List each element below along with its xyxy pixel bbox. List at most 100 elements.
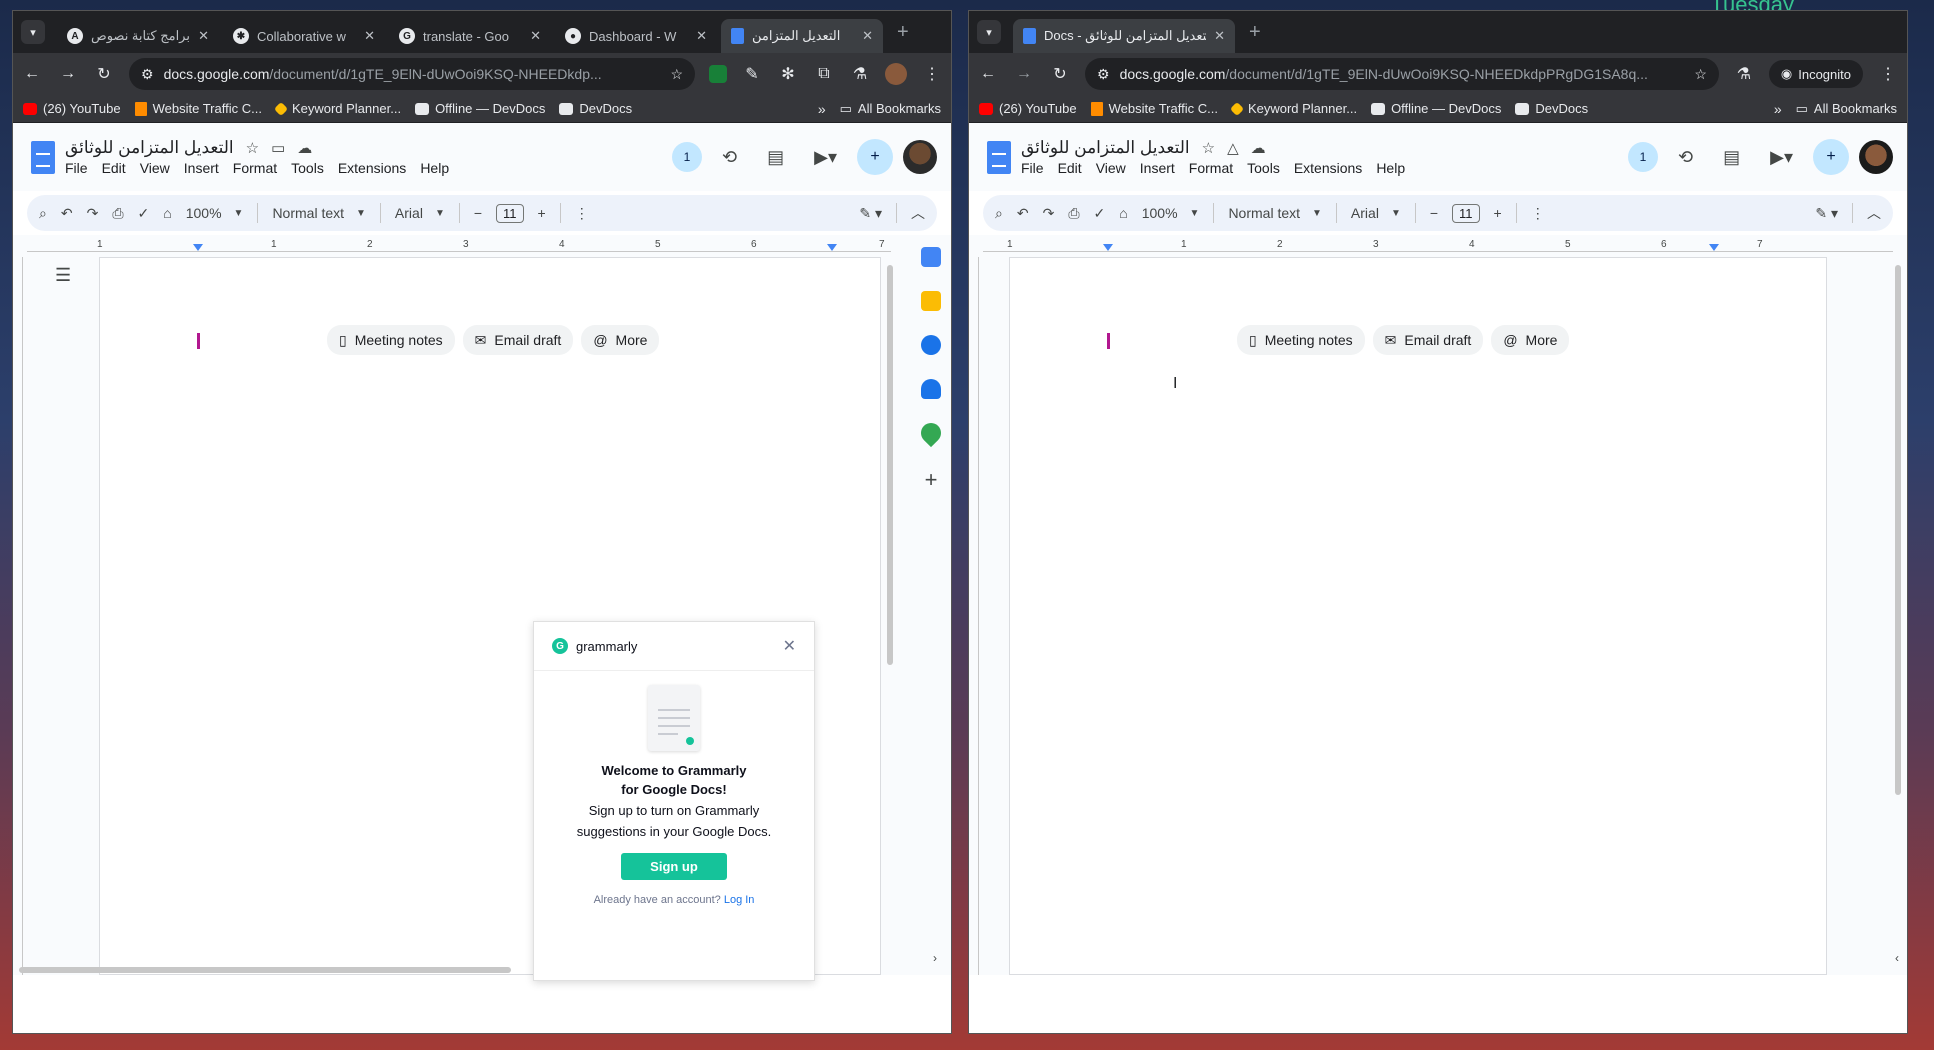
close-icon[interactable]: ✕ (1214, 28, 1225, 44)
close-icon[interactable]: ✕ (783, 636, 796, 656)
chevron-right-icon[interactable]: › (933, 951, 937, 965)
search-icon[interactable]: ⌕ (39, 205, 47, 222)
increase-font-icon[interactable]: + (1494, 205, 1502, 221)
collapse-menus-icon[interactable]: ︿ (1867, 203, 1881, 223)
zoom-select[interactable]: 100% ▼ (1142, 205, 1200, 221)
horizontal-scrollbar[interactable] (19, 967, 511, 973)
tab-search-button[interactable]: ▾ (977, 20, 1001, 44)
comments-icon[interactable]: ▤ (757, 147, 794, 168)
print-icon[interactable]: ⎙ (112, 205, 123, 222)
tab-search-button[interactable]: ▾ (21, 20, 45, 44)
menu-extensions[interactable]: Extensions (338, 160, 406, 176)
more-options-icon[interactable]: ⋮ (1531, 205, 1545, 222)
outline-icon[interactable]: ☰ (55, 265, 71, 286)
menu-view[interactable]: View (1096, 160, 1126, 176)
increase-font-icon[interactable]: + (538, 205, 546, 221)
bookmark-star-icon[interactable]: ☆ (670, 66, 683, 83)
bookmark-keyword-planner[interactable]: Keyword Planner... (273, 101, 401, 116)
vertical-ruler[interactable] (969, 257, 979, 975)
menu-insert[interactable]: Insert (184, 160, 219, 176)
docs-logo-icon[interactable] (987, 140, 1011, 174)
horizontal-ruler[interactable]: 1 1 2 3 4 5 6 7 (983, 239, 1893, 253)
close-icon[interactable]: ✕ (198, 28, 209, 44)
email-draft-chip[interactable]: ✉ Email draft (462, 325, 574, 355)
bookmark-devdocs[interactable]: DevDocs (1515, 101, 1588, 116)
forward-icon[interactable]: → (57, 65, 79, 83)
docs-logo-icon[interactable] (31, 140, 55, 174)
browser-menu-icon[interactable]: ⋮ (1877, 64, 1899, 84)
menu-file[interactable]: File (1021, 160, 1044, 176)
right-indent-marker[interactable] (827, 244, 837, 251)
new-tab-button[interactable]: + (897, 21, 909, 44)
left-indent-marker[interactable] (1103, 244, 1113, 251)
site-info-icon[interactable]: ⚙ (141, 66, 154, 83)
decrease-font-icon[interactable]: − (1430, 205, 1438, 221)
menu-format[interactable]: Format (233, 160, 277, 176)
font-size-input[interactable]: 11 (496, 203, 524, 223)
meet-icon[interactable]: ▶▾ (804, 147, 847, 168)
comments-icon[interactable]: ▤ (1713, 147, 1750, 168)
horizontal-ruler[interactable]: 1 1 2 3 4 5 6 7 (27, 239, 891, 253)
menu-tools[interactable]: Tools (291, 160, 324, 176)
address-bar[interactable]: ⚙ docs.google.com/document/d/1gTE_9ElN-d… (1085, 58, 1719, 90)
search-icon[interactable]: ⌕ (995, 205, 1003, 222)
star-icon[interactable]: ☆ (246, 139, 259, 157)
menu-file[interactable]: File (65, 160, 88, 176)
version-history-icon[interactable]: ⟲ (712, 147, 747, 168)
pen-icon[interactable]: ✎ (741, 64, 763, 84)
bookmark-devdocs[interactable]: DevDocs (559, 101, 632, 116)
spellcheck-icon[interactable]: ✓ (138, 205, 150, 222)
paint-format-icon[interactable]: ⌂ (163, 205, 171, 221)
menu-help[interactable]: Help (1376, 160, 1405, 176)
close-icon[interactable]: ✕ (696, 28, 707, 44)
vertical-ruler[interactable] (13, 257, 23, 975)
incognito-indicator[interactable]: ◉ Incognito (1768, 60, 1863, 88)
reload-icon[interactable]: ↻ (1049, 64, 1071, 84)
chevron-right-icon[interactable]: » (1774, 101, 1782, 117)
more-chip[interactable]: @ More (1491, 325, 1570, 355)
left-indent-marker[interactable] (193, 244, 203, 251)
right-indent-marker[interactable] (1709, 244, 1719, 251)
forward-icon[interactable]: → (1013, 65, 1035, 83)
move-folder-icon[interactable]: ▭ (271, 139, 285, 157)
more-chip[interactable]: @ More (581, 325, 660, 355)
zoom-select[interactable]: 100% ▼ (186, 205, 244, 221)
undo-icon[interactable]: ↶ (61, 205, 73, 222)
menu-format[interactable]: Format (1189, 160, 1233, 176)
bookmark-traffic[interactable]: Website Traffic C... (1090, 101, 1218, 116)
account-avatar[interactable] (1859, 140, 1893, 174)
redo-icon[interactable]: ↷ (87, 205, 99, 222)
profile-avatar[interactable] (885, 63, 907, 85)
bookmark-youtube[interactable]: (26) YouTube (23, 101, 121, 116)
version-history-icon[interactable]: ⟲ (1668, 147, 1703, 168)
share-button[interactable]: + (857, 139, 893, 175)
document-title[interactable]: التعديل المتزامن للوثائق (1021, 138, 1190, 158)
chevron-left-icon[interactable]: ‹ (1895, 951, 1899, 965)
collaborators-count[interactable]: 1 (672, 142, 702, 172)
close-icon[interactable]: ✕ (862, 28, 873, 44)
vertical-scrollbar[interactable] (887, 265, 893, 665)
labs-icon[interactable]: ⚗ (849, 64, 871, 84)
new-tab-button[interactable]: + (1249, 21, 1261, 44)
style-select[interactable]: Normal text ▼ (1228, 205, 1321, 221)
font-select[interactable]: Arial ▼ (1351, 205, 1401, 221)
bookmark-offline-devdocs[interactable]: Offline — DevDocs (415, 101, 545, 116)
menu-tools[interactable]: Tools (1247, 160, 1280, 176)
editing-mode-icon[interactable]: ✎ ▾ (859, 205, 882, 222)
paint-format-icon[interactable]: ⌂ (1119, 205, 1127, 221)
style-select[interactable]: Normal text ▼ (272, 205, 365, 221)
keep-icon[interactable] (921, 291, 941, 311)
reload-icon[interactable]: ↻ (93, 64, 115, 84)
close-icon[interactable]: ✕ (364, 28, 375, 44)
decrease-font-icon[interactable]: − (474, 205, 482, 221)
browser-tab[interactable]: ✱ Collaborative w ✕ (223, 19, 385, 53)
bookmark-youtube[interactable]: (26) YouTube (979, 101, 1077, 116)
bookmark-traffic[interactable]: Website Traffic C... (134, 101, 262, 116)
maps-icon[interactable] (916, 418, 946, 448)
menu-edit[interactable]: Edit (102, 160, 126, 176)
font-select[interactable]: Arial ▼ (395, 205, 445, 221)
browser-tab[interactable]: ● Dashboard - W ✕ (555, 19, 717, 53)
address-bar[interactable]: ⚙ docs.google.com/document/d/1gTE_9ElN-d… (129, 58, 695, 90)
browser-menu-icon[interactable]: ⋮ (921, 64, 943, 84)
account-avatar[interactable] (903, 140, 937, 174)
